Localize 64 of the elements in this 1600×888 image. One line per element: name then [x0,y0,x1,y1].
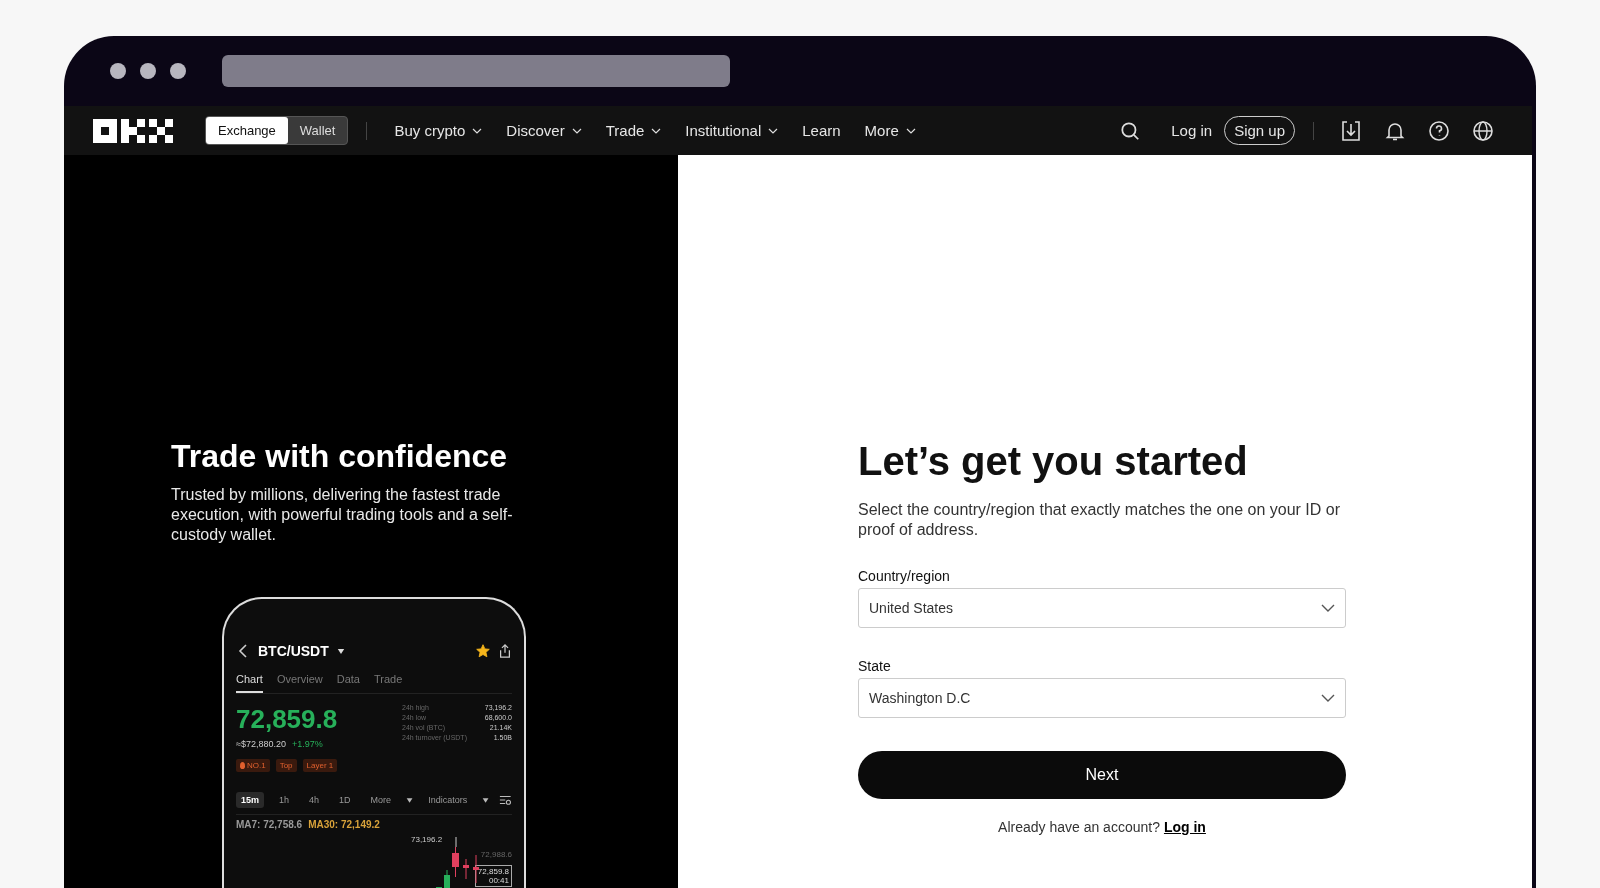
field-label: State [858,658,892,674]
caret-icon [406,797,414,803]
high-label: 73,196.2 [411,835,443,844]
more-dropdown[interactable]: More [365,792,397,808]
nav-menu-item[interactable]: Discover [497,122,591,139]
globe-icon[interactable] [1472,119,1494,142]
form-title: Let’s get you started [858,439,1249,484]
phone-tab[interactable]: Trade [374,673,403,693]
interval-tab[interactable]: 1h [274,792,295,808]
fiat-price: ≈$72,880.20 [236,739,286,749]
tag: Layer 1 [302,759,338,772]
caret-icon [482,797,490,803]
promo-title: Trade with confidence [171,438,509,475]
nav-menu-item[interactable]: Institutional [676,122,788,139]
ma-label: MA7: 72,758.6 [236,819,303,830]
nav-menu-item[interactable]: Trade [596,122,671,139]
nav-menu-item[interactable]: Learn [793,122,850,139]
axis-label: 72,988.6 [480,850,512,859]
select-field[interactable]: Washington D.C [858,678,1346,718]
promo-text: Trusted by millions, delivering the fastest trade execution, with powerful trading tools and a self-custody wallet. [171,485,514,545]
ma-label: MA30: 72,149.2 [308,819,380,830]
interval-tab[interactable]: 4h [304,792,325,808]
indicators-dropdown[interactable]: Indicators [423,792,473,808]
chevron-down-icon [768,127,779,134]
last-price: 72,859.8 [236,704,338,735]
chevron-down-icon [651,127,662,134]
form-subtitle: Select the country/region that exactly matches the one on your ID or proof of address. [858,500,1342,540]
phone-tab[interactable]: Overview [276,673,323,693]
window-dot [140,63,156,79]
logo-icon[interactable] [93,118,173,143]
chevron-down-icon [905,127,916,134]
nav-menu-item[interactable]: More [855,122,925,139]
pair-title[interactable]: BTC/USDT [258,643,329,659]
window-dot [110,63,126,79]
caret-icon [336,648,345,654]
help-icon[interactable] [1428,119,1450,142]
login-link[interactable]: Log in [1163,819,1206,835]
login-link[interactable]: Log in [1165,121,1219,140]
price-change: +1.97% [292,739,323,749]
star-icon[interactable] [476,644,490,658]
chevron-down-icon [571,127,582,134]
interval-tab[interactable]: 15m [236,792,264,808]
chevron-down-icon [1321,604,1335,612]
next-button[interactable]: Next [858,751,1346,799]
download-icon[interactable] [1340,119,1362,142]
phone-tab[interactable]: Chart [236,673,263,693]
search-icon[interactable] [1119,119,1142,142]
mode-tab[interactable]: Wallet [287,117,348,144]
chevron-down-icon [472,127,483,134]
chevron-down-icon [1321,694,1335,702]
mode-tab[interactable]: Exchange [206,117,288,144]
settings-icon[interactable] [499,793,512,807]
interval-tab[interactable]: 1D [334,792,356,808]
window-dot [170,63,186,79]
tag: NO.1 [236,759,270,772]
select-field[interactable]: United States [858,588,1346,628]
login-prompt: Already have an account? [998,819,1160,835]
field-label: Country/region [858,568,951,584]
last-price-marker: 72,859.8 00:41 [474,865,512,887]
tag: Top [275,759,297,772]
phone-tab[interactable]: Data [336,673,360,693]
share-icon[interactable] [498,644,512,658]
back-icon[interactable] [236,644,250,658]
nav-menu-item[interactable]: Buy crypto [385,122,492,139]
